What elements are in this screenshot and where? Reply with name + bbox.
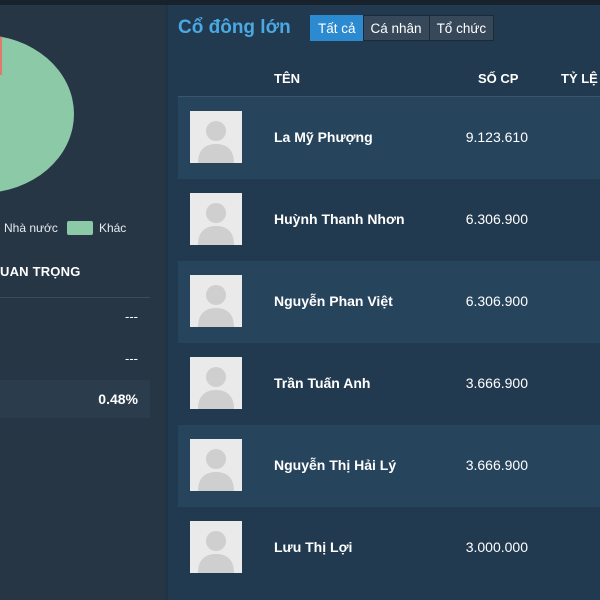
info-value: 0.48% [98,391,138,407]
info-value: --- [125,350,138,366]
major-shareholders-panel: Cổ đông lớn Tất cả Cá nhân Tổ chức TÊN S… [168,5,600,600]
shareholder-name[interactable]: Huỳnh Thanh Nhơn [274,211,405,227]
shareholder-name[interactable]: Lưu Thị Lợi [274,539,352,555]
shareholder-name[interactable]: Nguyễn Thị Hải Lý [274,457,396,473]
table-row[interactable]: Nguyễn Phan Việt 6.306.900 [178,261,600,343]
info-row: --- [0,297,150,335]
shareholder-shares: 3.666.900 [465,457,528,473]
avatar [190,275,242,327]
shareholder-shares: 6.306.900 [465,293,528,309]
filter-tabs: Tất cả Cá nhân Tổ chức [310,15,495,41]
key-info-title: UAN TRỌNG [0,264,81,279]
ownership-pie-chart [0,35,74,193]
info-value: --- [125,309,138,324]
ownership-panel: Nhà nước Khác UAN TRỌNG --- --- 0.48% [0,5,165,600]
tab-individual[interactable]: Cá nhân [362,15,430,41]
shareholder-name[interactable]: La Mỹ Phượng [274,129,373,145]
person-placeholder-icon [190,193,242,245]
table-row[interactable]: La Mỹ Phượng 9.123.610 [178,97,600,179]
column-header-ratio[interactable]: TỶ LỆ [561,71,598,86]
avatar [190,521,242,573]
legend-swatch-other [66,221,93,235]
shareholder-shares: 3.000.000 [465,539,528,555]
tab-organization[interactable]: Tổ chức [428,15,495,41]
person-placeholder-icon [190,521,242,573]
legend-label-other: Khác [98,221,127,235]
table-row[interactable]: Trần Tuấn Anh 3.666.900 [178,343,600,425]
pie-legend: Nhà nước Khác [0,220,126,236]
shareholder-shares: 9.123.610 [465,129,528,145]
shareholder-name[interactable]: Trần Tuấn Anh [274,375,370,391]
avatar [190,111,242,163]
table-row[interactable]: Nguyễn Thị Hải Lý 3.666.900 [178,425,600,507]
shareholder-name[interactable]: Nguyễn Phan Việt [274,293,393,309]
person-placeholder-icon [190,439,242,491]
table-header: TÊN SỐ CP TỶ LỆ [178,63,600,97]
legend-label-state: Nhà nước [4,221,58,235]
info-row: 0.48% [0,380,150,418]
person-placeholder-icon [190,275,242,327]
table-row[interactable]: Lưu Thị Lợi 3.000.000 [178,507,600,589]
person-placeholder-icon [190,111,242,163]
info-row: --- [0,339,150,377]
column-header-shares[interactable]: SỐ CP [478,71,518,86]
person-placeholder-icon [190,357,242,409]
shareholder-shares: 6.306.900 [465,211,528,227]
shareholder-shares: 3.666.900 [465,375,528,391]
pie-slice-state [0,35,2,75]
avatar [190,357,242,409]
avatar [190,439,242,491]
panel-title: Cổ đông lớn [178,17,291,38]
table-row[interactable]: Huỳnh Thanh Nhơn 6.306.900 [178,179,600,261]
column-header-name[interactable]: TÊN [274,71,300,86]
tab-all[interactable]: Tất cả [310,15,364,41]
avatar [190,193,242,245]
